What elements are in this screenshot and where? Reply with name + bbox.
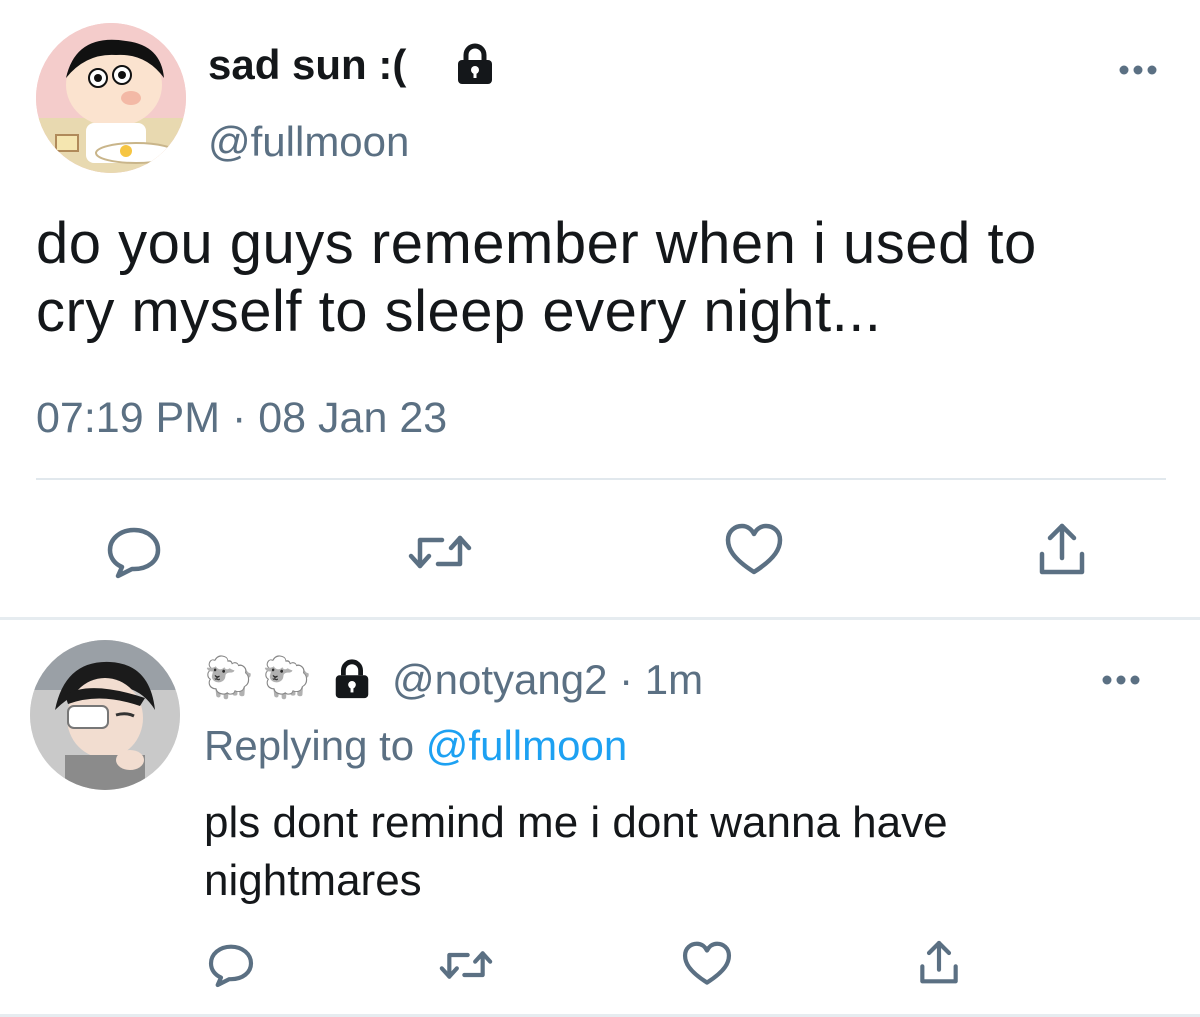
reply-button[interactable] — [206, 940, 256, 990]
user-handle-timestamp[interactable]: @notyang2 · 1m — [392, 654, 703, 706]
tweet-text: do you guys remember when i used to cry … — [36, 211, 1037, 344]
section-divider — [0, 617, 1200, 620]
like-icon — [682, 941, 732, 985]
lock-icon — [452, 42, 498, 88]
share-button[interactable] — [914, 936, 964, 990]
like-icon — [725, 523, 783, 575]
share-icon — [920, 940, 958, 984]
reply-text: pls dont remind me i dont wanna have nig… — [204, 798, 948, 905]
sheep-emoji: 🐑 — [204, 656, 254, 700]
like-button[interactable] — [722, 520, 786, 580]
replying-prefix: Replying to — [204, 722, 426, 769]
reply-icon — [107, 527, 161, 579]
like-button[interactable] — [680, 938, 734, 990]
reply-button[interactable] — [104, 522, 164, 582]
user-handle[interactable]: @fullmoon — [208, 116, 409, 168]
avatar-cartoon-boy-image — [36, 23, 186, 173]
divider — [36, 478, 1166, 480]
share-icon — [1039, 523, 1085, 575]
mention-link[interactable]: @fullmoon — [426, 722, 627, 769]
sheep-emoji: 🐑 — [262, 656, 312, 700]
retweet-icon — [439, 951, 493, 979]
share-button[interactable] — [1032, 518, 1092, 582]
retweet-button[interactable] — [436, 940, 496, 990]
reply-icon — [208, 944, 254, 988]
more-icon[interactable] — [1100, 668, 1142, 692]
lock-icon — [330, 658, 374, 702]
more-icon[interactable] — [1117, 58, 1159, 82]
display-name[interactable]: sad sun :( — [208, 40, 406, 90]
retweet-icon — [408, 535, 472, 569]
replying-to-line: Replying to @fullmoon — [204, 720, 627, 772]
tweet-timestamp[interactable]: 07:19 PM · 08 Jan 23 — [36, 392, 447, 444]
retweet-button[interactable] — [404, 522, 476, 582]
avatar-anime-boy-image — [30, 640, 180, 790]
avatar[interactable] — [30, 640, 180, 790]
avatar[interactable] — [36, 23, 186, 173]
